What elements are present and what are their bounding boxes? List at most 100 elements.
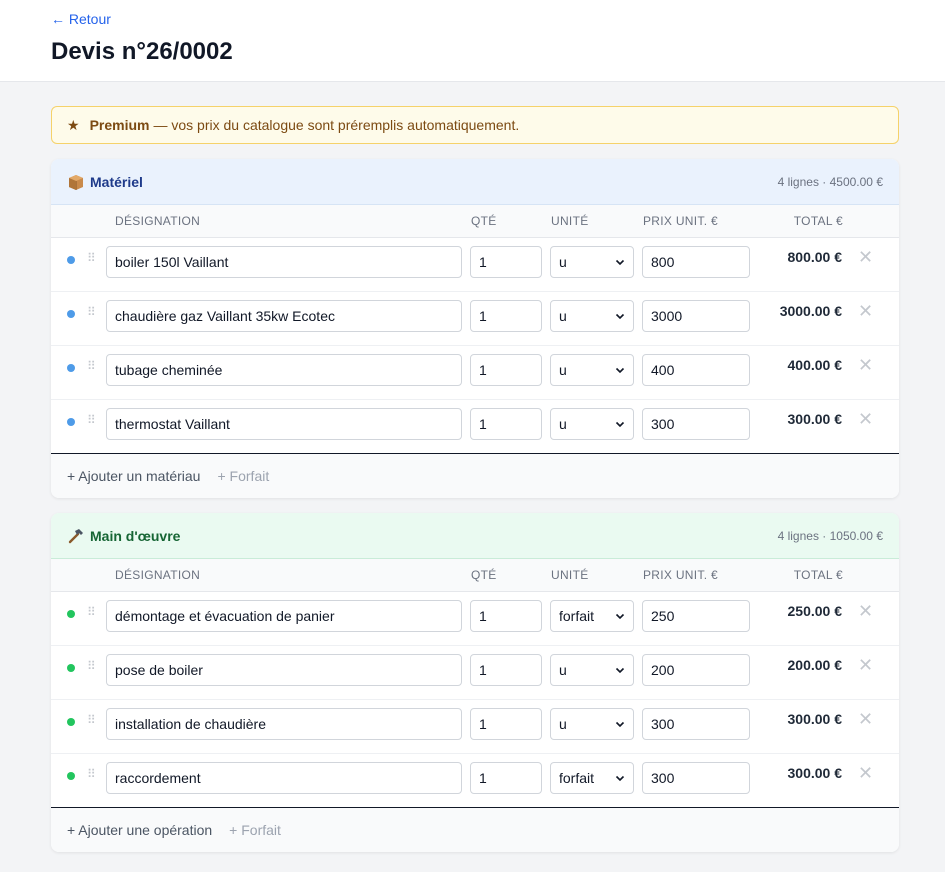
- status-dot: [67, 664, 75, 672]
- section-title-wrap: Matériel: [67, 173, 143, 191]
- designation-input[interactable]: [106, 654, 462, 686]
- price-input[interactable]: [642, 708, 750, 740]
- col-total: TOTAL €: [793, 214, 843, 228]
- drag-handle-icon[interactable]: ⠿: [87, 306, 96, 318]
- status-dot: [67, 310, 75, 318]
- drag-handle-icon[interactable]: ⠿: [87, 360, 96, 372]
- delete-icon[interactable]: ✕: [858, 410, 873, 428]
- status-dot: [67, 772, 75, 780]
- quantity-input[interactable]: [470, 354, 542, 386]
- unit-select[interactable]: u: [550, 408, 634, 440]
- drag-handle-icon[interactable]: ⠿: [87, 660, 96, 672]
- add-forfait-button[interactable]: + Forfait: [217, 468, 269, 484]
- section-footer: + Ajouter un matériau + Forfait: [51, 454, 899, 498]
- delete-icon[interactable]: ✕: [858, 710, 873, 728]
- col-price: PRIX UNIT. €: [643, 214, 718, 228]
- price-input[interactable]: [642, 654, 750, 686]
- section-title: Matériel: [90, 173, 143, 190]
- add-operation-button[interactable]: + Ajouter une opération: [67, 822, 212, 838]
- add-material-button[interactable]: + Ajouter un matériau: [67, 468, 200, 484]
- unit-select[interactable]: u: [550, 300, 634, 332]
- quantity-input[interactable]: [470, 654, 542, 686]
- price-input[interactable]: [642, 300, 750, 332]
- delete-icon[interactable]: ✕: [858, 656, 873, 674]
- premium-text: — vos prix du catalogue sont préremplis …: [153, 117, 520, 133]
- line-total: 400.00 €: [787, 357, 843, 373]
- price-input[interactable]: [642, 600, 750, 632]
- star-icon: ★: [67, 116, 80, 133]
- table-row: ⠿ forfait 300.00 € ✕: [51, 754, 899, 808]
- price-input[interactable]: [642, 246, 750, 278]
- status-dot: [67, 256, 75, 264]
- price-input[interactable]: [642, 354, 750, 386]
- unit-select[interactable]: forfait: [550, 600, 634, 632]
- price-input[interactable]: [642, 762, 750, 794]
- delete-icon[interactable]: ✕: [858, 764, 873, 782]
- section-footer: + Ajouter une opération + Forfait: [51, 808, 899, 852]
- delete-icon[interactable]: ✕: [858, 602, 873, 620]
- chevron-down-icon: [615, 421, 625, 428]
- delete-icon[interactable]: ✕: [858, 248, 873, 266]
- add-forfait-button[interactable]: + Forfait: [229, 822, 281, 838]
- designation-input[interactable]: [106, 600, 462, 632]
- line-total: 800.00 €: [787, 249, 843, 265]
- quantity-input[interactable]: [470, 246, 542, 278]
- designation-input[interactable]: [106, 300, 462, 332]
- unit-select[interactable]: u: [550, 246, 634, 278]
- drag-handle-icon[interactable]: ⠿: [87, 414, 96, 426]
- table-row: ⠿ u 200.00 € ✕: [51, 646, 899, 700]
- quantity-input[interactable]: [470, 708, 542, 740]
- status-dot: [67, 610, 75, 618]
- unit-value: u: [559, 716, 567, 732]
- section-header: Matériel 4 lignes · 4500.00 €: [51, 159, 899, 205]
- price-input[interactable]: [642, 408, 750, 440]
- section-meta: 4 lignes · 4500.00 €: [777, 174, 883, 189]
- main-content: ★ Premium — vos prix du catalogue sont p…: [0, 82, 945, 852]
- back-link[interactable]: ← Retour: [51, 10, 111, 28]
- line-items: ⠿ u 800.00 € ✕ ⠿ u 3000.00 € ✕ ⠿: [51, 238, 899, 454]
- col-total: TOTAL €: [793, 568, 843, 582]
- table-row: ⠿ u 800.00 € ✕: [51, 238, 899, 292]
- table-row: ⠿ u 3000.00 € ✕: [51, 292, 899, 346]
- unit-value: u: [559, 362, 567, 378]
- quantity-input[interactable]: [470, 762, 542, 794]
- line-total: 250.00 €: [787, 603, 843, 619]
- status-dot: [67, 718, 75, 726]
- unit-select[interactable]: u: [550, 654, 634, 686]
- drag-handle-icon[interactable]: ⠿: [87, 714, 96, 726]
- chevron-down-icon: [615, 721, 625, 728]
- chevron-down-icon: [615, 775, 625, 782]
- unit-select[interactable]: u: [550, 354, 634, 386]
- designation-input[interactable]: [106, 354, 462, 386]
- table-row: ⠿ u 300.00 € ✕: [51, 700, 899, 754]
- col-designation: DÉSIGNATION: [115, 214, 201, 228]
- section-main-oeuvre: Main d'œuvre 4 lignes · 1050.00 € DÉSIGN…: [51, 513, 899, 852]
- table-row: ⠿ u 400.00 € ✕: [51, 346, 899, 400]
- chevron-down-icon: [615, 313, 625, 320]
- drag-handle-icon[interactable]: ⠿: [87, 768, 96, 780]
- designation-input[interactable]: [106, 762, 462, 794]
- section-materiel: Matériel 4 lignes · 4500.00 € DÉSIGNATIO…: [51, 159, 899, 498]
- line-items: ⠿ forfait 250.00 € ✕ ⠿ u 200.00 € ✕: [51, 592, 899, 808]
- drag-handle-icon[interactable]: ⠿: [87, 252, 96, 264]
- col-unit: UNITÉ: [551, 214, 589, 228]
- chevron-down-icon: [615, 259, 625, 266]
- delete-icon[interactable]: ✕: [858, 356, 873, 374]
- designation-input[interactable]: [106, 408, 462, 440]
- unit-select[interactable]: u: [550, 708, 634, 740]
- quantity-input[interactable]: [470, 300, 542, 332]
- delete-icon[interactable]: ✕: [858, 302, 873, 320]
- col-qty: QTÉ: [471, 214, 497, 228]
- designation-input[interactable]: [106, 708, 462, 740]
- chevron-down-icon: [615, 667, 625, 674]
- unit-value: forfait: [559, 770, 595, 786]
- unit-value: u: [559, 308, 567, 324]
- quantity-input[interactable]: [470, 600, 542, 632]
- status-dot: [67, 364, 75, 372]
- drag-handle-icon[interactable]: ⠿: [87, 606, 96, 618]
- designation-input[interactable]: [106, 246, 462, 278]
- column-headers: DÉSIGNATION QTÉ UNITÉ PRIX UNIT. € TOTAL…: [51, 205, 899, 238]
- unit-select[interactable]: forfait: [550, 762, 634, 794]
- quantity-input[interactable]: [470, 408, 542, 440]
- line-total: 300.00 €: [787, 765, 843, 781]
